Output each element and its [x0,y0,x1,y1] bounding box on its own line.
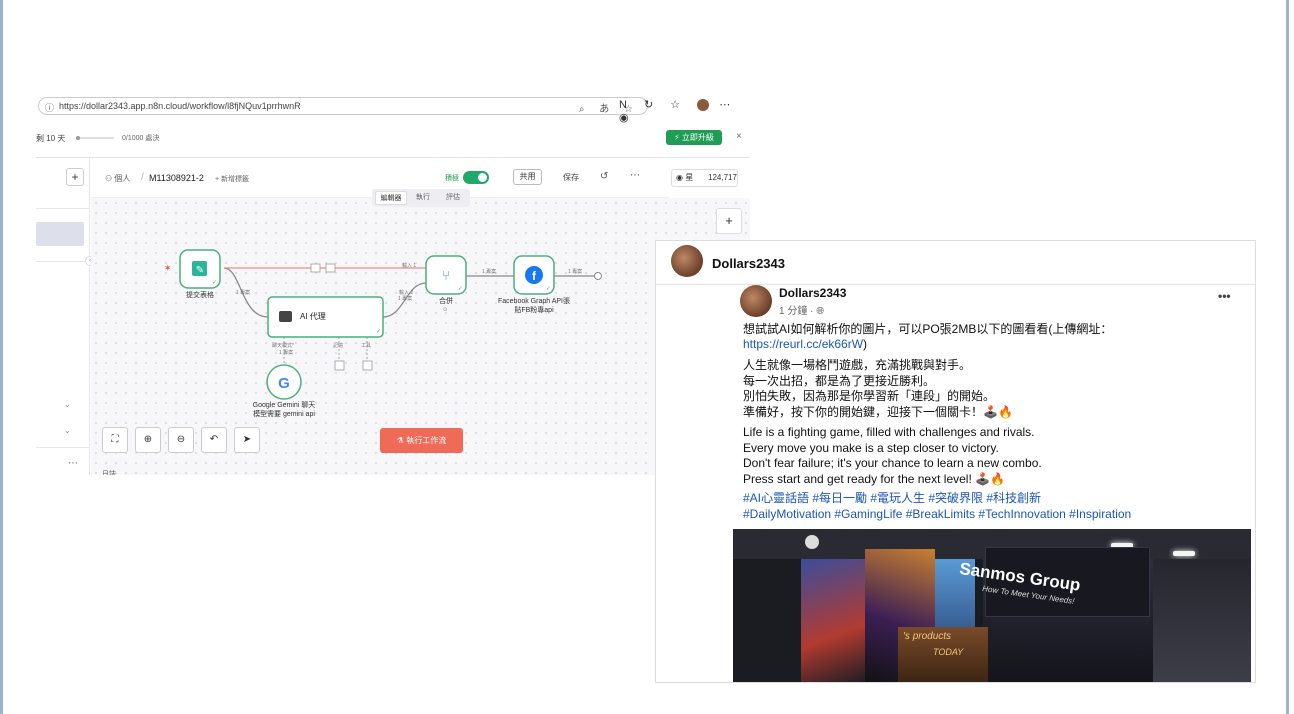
n8n-screenshot: ⓘ https://dollar2343.app.n8n.cloud/workf… [36,93,750,475]
hashtags-en[interactable]: #DailyMotivation #GamingLife #BreakLimit… [743,507,1131,523]
post-link[interactable]: https://reurl.cc/ek66rW [743,337,863,351]
photo-arcade-poster [801,559,865,682]
edge-delete-icon [325,263,336,273]
post-intro: 想試試AI如何解析你的圖片，可以PO張2MB以下的圖看看(上傳網址： [743,322,1113,336]
merge-node-label: 合併 [439,298,453,305]
facebook-page-header: Dollars2343 [656,241,1255,285]
slide-frame-right [1286,0,1289,714]
ai-agent-label: AI 代理 [300,312,326,321]
zh-line: 準備好，按下你的開始鍵，迎接下一個關卡！🕹️🔥 [743,404,1013,419]
post-link-line: https://reurl.cc/ek66rW) [743,337,868,351]
photo-right-panel [1153,559,1251,682]
select-tool-button[interactable]: ➤ [234,427,260,453]
post-photo[interactable]: Sanmos Group How To Meet Your Needs! 's … [733,529,1251,682]
execute-workflow-button[interactable]: ⚗ 執行工作流 [380,428,463,453]
en-line: Every move you make is a step closer to … [743,440,999,455]
tool-label: 工具 [361,343,372,349]
edge-label-agent-merge: 1 專案 [398,296,413,302]
robot-icon [279,311,292,322]
post-time[interactable]: 1 分鐘 · 🌐︎ [779,302,824,317]
edge-label-form-agent: 1 專案 [236,290,251,296]
zh-line: 別怕失敗，因為那是你學習新「連段」的開始。 [743,389,996,404]
agent-success-icon: ✓ [376,329,381,335]
page-avatar[interactable] [671,245,703,277]
photo-screen-text: 's products [903,631,952,642]
zh-line: 人生就像一場格鬥遊戲，充滿挑戰與對手。 [743,358,972,372]
en-line: Press start and get ready for the next l… [743,471,1006,486]
hashtags-zh[interactable]: #AI心靈話語 #每日一勵 #電玩人生 #突破界限 #科技創新 [743,491,1041,507]
google-icon: G [278,375,290,392]
gemini-node-label: Google Gemini 聊天 模型需要 gemini api [252,402,316,418]
chat-model-label: 聊天模式* [272,343,294,349]
logs-label[interactable]: 日誌 [102,469,116,475]
chat-model-items: 1 專案 [279,350,294,356]
edge-add-icon [310,263,321,273]
post-more-icon[interactable]: ••• [1218,289,1231,303]
fb-output-handle [594,272,602,280]
memory-label: 記憶 [333,343,344,349]
photo-light [1173,551,1195,556]
globe-icon: 🌐︎ [816,306,825,317]
workflow-diagram: ✶ ✎ ⑂ f G ✓ ✓ ✓ ✓ [164,249,602,400]
facebook-post: Dollars2343 1 分鐘 · 🌐︎ ••• 想試試AI如何解析你的圖片，… [733,285,1251,682]
photo-screen-text: TODAY [933,647,964,657]
fb-success-icon: ✓ [546,286,551,292]
merge-node-sub: ⊙ [443,307,448,313]
author-avatar[interactable] [740,285,772,317]
form-node-label: 提交表格 [186,292,214,299]
merge-icon: ⑂ [442,268,450,283]
edge-label-fb-out: 1 專案 [568,269,583,275]
trigger-icon: ✶ [164,263,172,273]
post-author[interactable]: Dollars2343 [779,286,846,300]
facebook-screenshot: Dollars2343 Dollars2343 1 分鐘 · 🌐︎ ••• 想試… [655,240,1256,683]
edge-label-merge-fb: 1 專案 [482,269,497,275]
page-name[interactable]: Dollars2343 [712,256,785,271]
zh-line: 每一次出招，都是為了更接近勝利。 [743,373,936,388]
merge-success-icon: ✓ [458,286,463,292]
undo-button[interactable]: ↶ [201,427,227,453]
slide-frame-left [0,0,3,714]
form-success-icon: ✓ [212,280,217,286]
form-icon-glyph: ✎ [196,265,204,276]
memory-add-icon [334,360,345,371]
facebook-node-label: Facebook Graph API張 貼FB粉專api [498,298,570,314]
edge-label-merge-in1: 輸入 1 [402,263,417,269]
fit-view-button[interactable]: ⛶ [102,427,128,453]
photo-lamp [805,535,819,549]
zoom-out-button[interactable]: ⊖ [168,427,194,453]
tool-add-icon [362,360,373,371]
en-line: Life is a fighting game, filled with cha… [743,425,1035,439]
zoom-in-button[interactable]: ⊕ [135,427,161,453]
en-line: Don't fear failure; it's your chance to … [743,456,1042,471]
